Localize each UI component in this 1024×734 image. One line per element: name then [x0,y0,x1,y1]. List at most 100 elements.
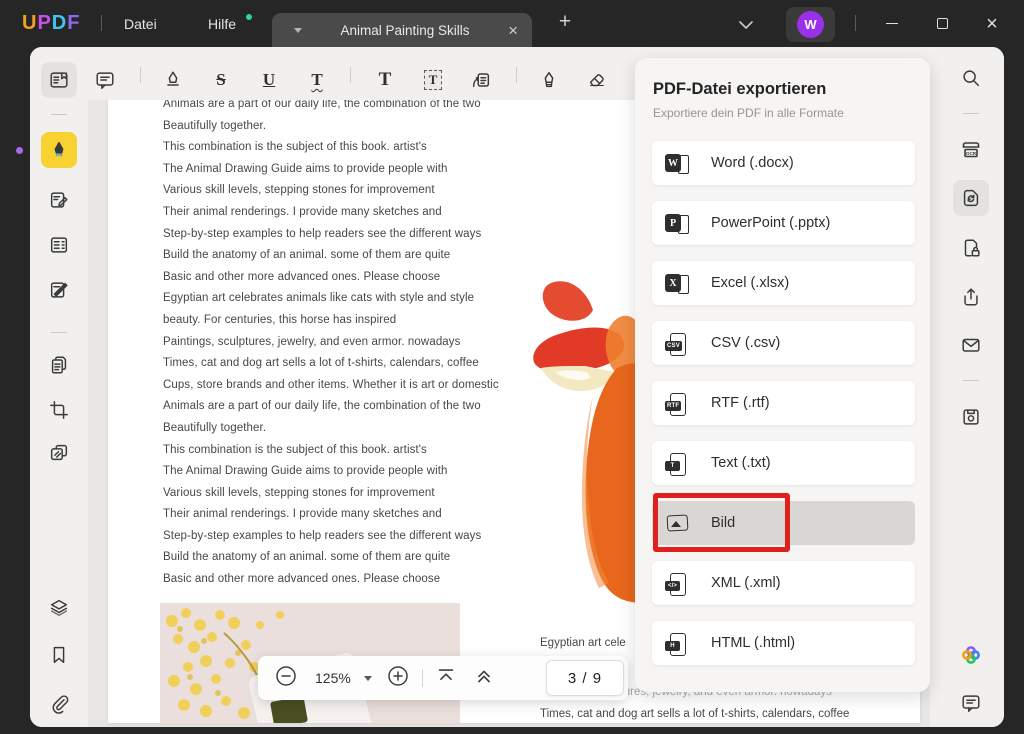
page-indicator[interactable]: 3 / 9 [546,660,624,696]
protect-icon[interactable] [953,230,989,266]
file-format-icon: T [665,451,689,476]
file-format-icon: P [665,211,689,235]
tab-title: Animal Painting Skills [340,22,470,38]
svg-text:OCR: OCR [966,151,977,156]
reader-icon[interactable] [41,62,77,98]
document-text-line: Various skill levels, stepping stones fo… [163,184,435,197]
file-format-icon: RTF [665,391,689,416]
maximize-button[interactable] [922,0,962,47]
panel-subtitle: Exportiere dein PDF in alle Formate [653,106,844,120]
export-option-label: Text (.txt) [711,455,771,471]
tab-close-icon[interactable]: × [508,22,518,39]
export-options-list: W Word (.docx) P PowerPoint (.pptx) X Ex… [652,141,915,681]
divider [101,15,102,31]
export-option[interactable]: RTF RTF (.rtf) [652,381,915,425]
eraser-icon[interactable] [578,61,616,99]
export-option-label: PowerPoint (.pptx) [711,215,831,231]
right-sidebar: OCR [930,47,1004,727]
zoom-in-icon[interactable] [386,664,410,693]
document-text-line: Build the anatomy of an animal. some of … [163,249,451,262]
export-option[interactable]: W Word (.docx) [652,141,915,185]
menu-datei[interactable]: Datei [124,13,157,35]
mail-icon[interactable] [953,327,989,363]
share-icon[interactable] [953,279,989,315]
document-text-line: Animals are a part of our daily life, th… [163,100,481,110]
text-icon[interactable]: T [366,61,404,99]
file-format-icon: H [665,631,689,656]
export-option[interactable]: CSV CSV (.csv) [652,321,915,365]
underline-icon[interactable]: U [250,61,288,99]
export-option[interactable]: </> XML (.xml) [652,561,915,605]
file-format-icon: X [665,271,689,295]
highlighter-icon[interactable] [154,61,192,99]
page-up-icon[interactable] [473,665,495,692]
rooster-watercolor-image [533,281,645,603]
ai-assistant-icon[interactable] [953,637,989,673]
organize-pages-icon[interactable] [41,227,77,263]
feedback-icon[interactable] [953,685,989,721]
strikethrough-icon[interactable]: S [202,61,240,99]
annotate-icon[interactable] [41,132,77,168]
new-tab-button[interactable]: + [553,10,577,34]
close-button[interactable]: × [972,0,1012,47]
export-option[interactable]: X Excel (.xlsx) [652,261,915,305]
zoom-out-icon[interactable] [274,664,298,693]
divider [421,669,423,687]
document-text-line: Their animal renderings. I provide many … [163,205,442,218]
menu-hilfe[interactable]: Hilfe [208,13,236,35]
layers-icon[interactable] [41,589,77,625]
export-option-label: Excel (.xlsx) [711,275,790,291]
document-text-line: Step-by-step examples to help readers se… [163,227,482,240]
document-text-line: Egyptian art cele [540,637,626,649]
squiggly-underline-icon[interactable]: T [298,61,336,99]
pencil-icon[interactable] [530,61,568,99]
export-option[interactable]: Bild [652,501,915,545]
export-option-label: RTF (.rtf) [711,395,770,411]
stamp-icon[interactable] [41,435,77,471]
search-icon[interactable] [953,60,989,96]
export-option-label: HTML (.html) [711,635,796,651]
zoom-status-bar: 125% 3 / 9 [258,656,628,700]
pages-icon[interactable] [41,347,77,383]
comment-icon[interactable] [86,61,124,99]
export-option-label: XML (.xml) [711,575,781,591]
document-text-line: Times, cat and dog art sells a lot of t-… [540,708,850,720]
scroll-top-icon[interactable] [435,665,457,692]
ocr-icon[interactable]: OCR [953,130,989,166]
document-tab[interactable]: Animal Painting Skills × [272,13,532,47]
export-option[interactable]: P PowerPoint (.pptx) [652,201,915,245]
title-bar: UPDF Datei Hilfe Animal Painting Skills … [0,0,1024,47]
file-format-icon [665,511,689,535]
fill-sign-icon[interactable] [41,272,77,308]
collapse-chevron-icon[interactable] [738,17,754,35]
export-panel: PDF-Datei exportieren Exportiere dein PD… [635,58,930,692]
text-box-icon[interactable]: T [414,61,452,99]
tab-chevron-down-icon[interactable] [294,27,302,33]
zoom-level[interactable]: 125% [315,670,351,686]
zoom-dropdown-caret[interactable] [363,675,372,681]
callout-icon[interactable] [462,61,500,99]
divider [516,67,517,83]
updf-logo: UPDF [22,12,81,34]
save-icon[interactable] [953,399,989,435]
document-text-line: Beautifully together. [163,119,267,132]
export-option[interactable]: T Text (.txt) [652,441,915,485]
edit-pdf-icon[interactable] [41,182,77,218]
convert-icon[interactable] [953,180,989,216]
divider [350,67,351,83]
avatar: W [797,11,824,38]
bookmark-icon[interactable] [41,637,77,673]
document-text-line: This combination is the subject of this … [163,141,427,154]
account-button[interactable]: W [786,7,835,42]
divider [855,15,856,31]
minimize-button[interactable] [872,0,912,47]
crop-icon[interactable] [41,392,77,428]
file-format-icon: W [665,151,689,175]
annotation-color-dot [16,147,23,154]
attachment-icon[interactable] [41,685,77,721]
file-format-icon: </> [665,571,689,596]
left-sidebar [30,47,88,727]
export-option[interactable]: H HTML (.html) [652,621,915,665]
divider [51,114,67,115]
hilfe-notification-dot [246,14,252,20]
